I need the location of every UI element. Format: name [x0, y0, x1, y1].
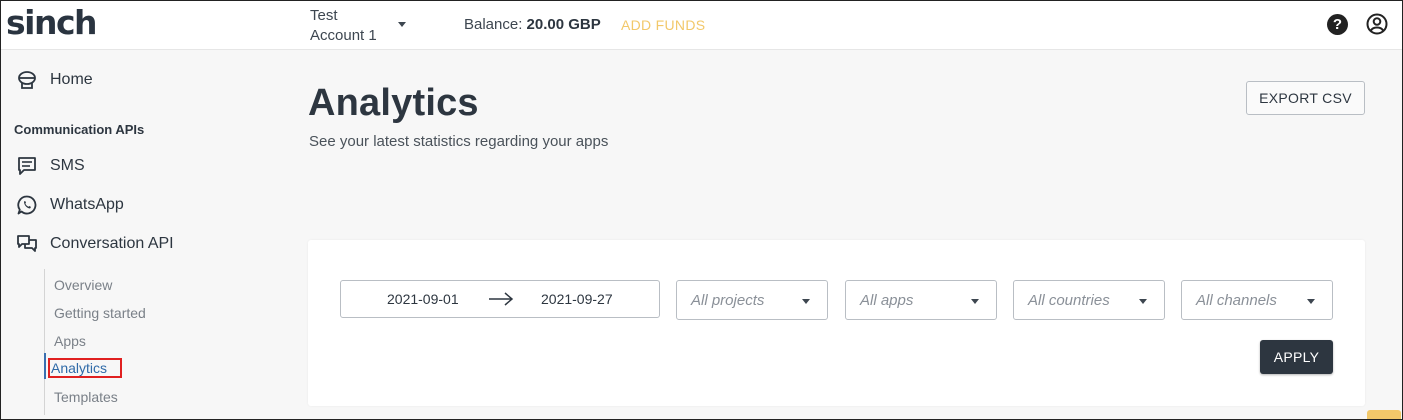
subnav-item-getting-started[interactable]: Getting started: [54, 305, 146, 321]
chevron-down-icon[interactable]: [398, 22, 406, 27]
export-csv-button[interactable]: EXPORT CSV: [1246, 81, 1365, 115]
projects-select-value: All projects: [691, 292, 765, 309]
balance-value: 20.00 GBP: [526, 16, 601, 33]
active-indicator: [44, 353, 46, 379]
date-start[interactable]: 2021-09-01: [387, 291, 459, 307]
arrow-right-icon: [489, 292, 514, 306]
add-funds-link[interactable]: ADD FUNDS: [621, 17, 705, 33]
chevron-down-icon: [1307, 299, 1315, 304]
channels-select[interactable]: All channels: [1181, 280, 1333, 320]
sidebar-item-label: WhatsApp: [50, 196, 124, 213]
sidebar-item-conversation-api[interactable]: Conversation API: [16, 232, 174, 256]
sidebar-item-sms[interactable]: SMS: [16, 154, 85, 178]
chat-lines-icon: [16, 155, 38, 177]
projects-select[interactable]: All projects: [676, 280, 828, 320]
help-icon[interactable]: ?: [1327, 14, 1348, 35]
account-selector[interactable]: Test Account 1: [310, 6, 390, 46]
countries-select[interactable]: All countries: [1013, 280, 1165, 320]
balance: Balance: 20.00 GBP: [464, 16, 601, 33]
subnav-item-apps[interactable]: Apps: [54, 333, 86, 349]
conversation-api-subnav: Overview Getting started Apps Analytics …: [44, 269, 244, 415]
home-icon: [16, 69, 38, 91]
apps-select-value: All apps: [860, 292, 914, 309]
date-end[interactable]: 2021-09-27: [541, 291, 613, 307]
subnav-item-overview[interactable]: Overview: [54, 277, 112, 293]
date-range-picker[interactable]: 2021-09-01 2021-09-27: [340, 280, 660, 318]
countries-select-value: All countries: [1028, 292, 1110, 309]
subnav-item-templates[interactable]: Templates: [54, 389, 118, 405]
filter-card: 2021-09-01 2021-09-27 All projects All a…: [308, 240, 1365, 406]
chevron-down-icon: [1139, 299, 1147, 304]
sidebar-item-label: Conversation API: [50, 235, 174, 252]
whatsapp-icon: [16, 194, 38, 216]
apps-select[interactable]: All apps: [845, 280, 997, 320]
sidebar-item-label: SMS: [50, 157, 85, 174]
sidebar: Home Communication APIs SMS WhatsApp Con…: [0, 51, 260, 420]
user-account-icon[interactable]: [1366, 13, 1388, 35]
subnav-item-analytics[interactable]: Analytics: [47, 358, 123, 378]
section-title: Communication APIs: [14, 122, 145, 137]
sidebar-item-home[interactable]: Home: [16, 68, 93, 92]
sidebar-item-label: Home: [50, 71, 93, 88]
feedback-tab[interactable]: [1367, 410, 1401, 420]
channels-select-value: All channels: [1196, 292, 1277, 309]
conversation-icon: [16, 233, 38, 255]
sidebar-item-whatsapp[interactable]: WhatsApp: [16, 193, 124, 217]
page-subtitle: See your latest statistics regarding you…: [309, 133, 609, 150]
chevron-down-icon: [971, 299, 979, 304]
sinch-logo[interactable]: sinch: [6, 3, 98, 42]
apply-button[interactable]: APPLY: [1260, 340, 1333, 374]
balance-label: Balance:: [464, 16, 523, 33]
top-bar: sinch Test Account 1 Balance: 20.00 GBP …: [0, 0, 1403, 50]
chevron-down-icon: [802, 299, 810, 304]
page-title: Analytics: [308, 82, 479, 124]
